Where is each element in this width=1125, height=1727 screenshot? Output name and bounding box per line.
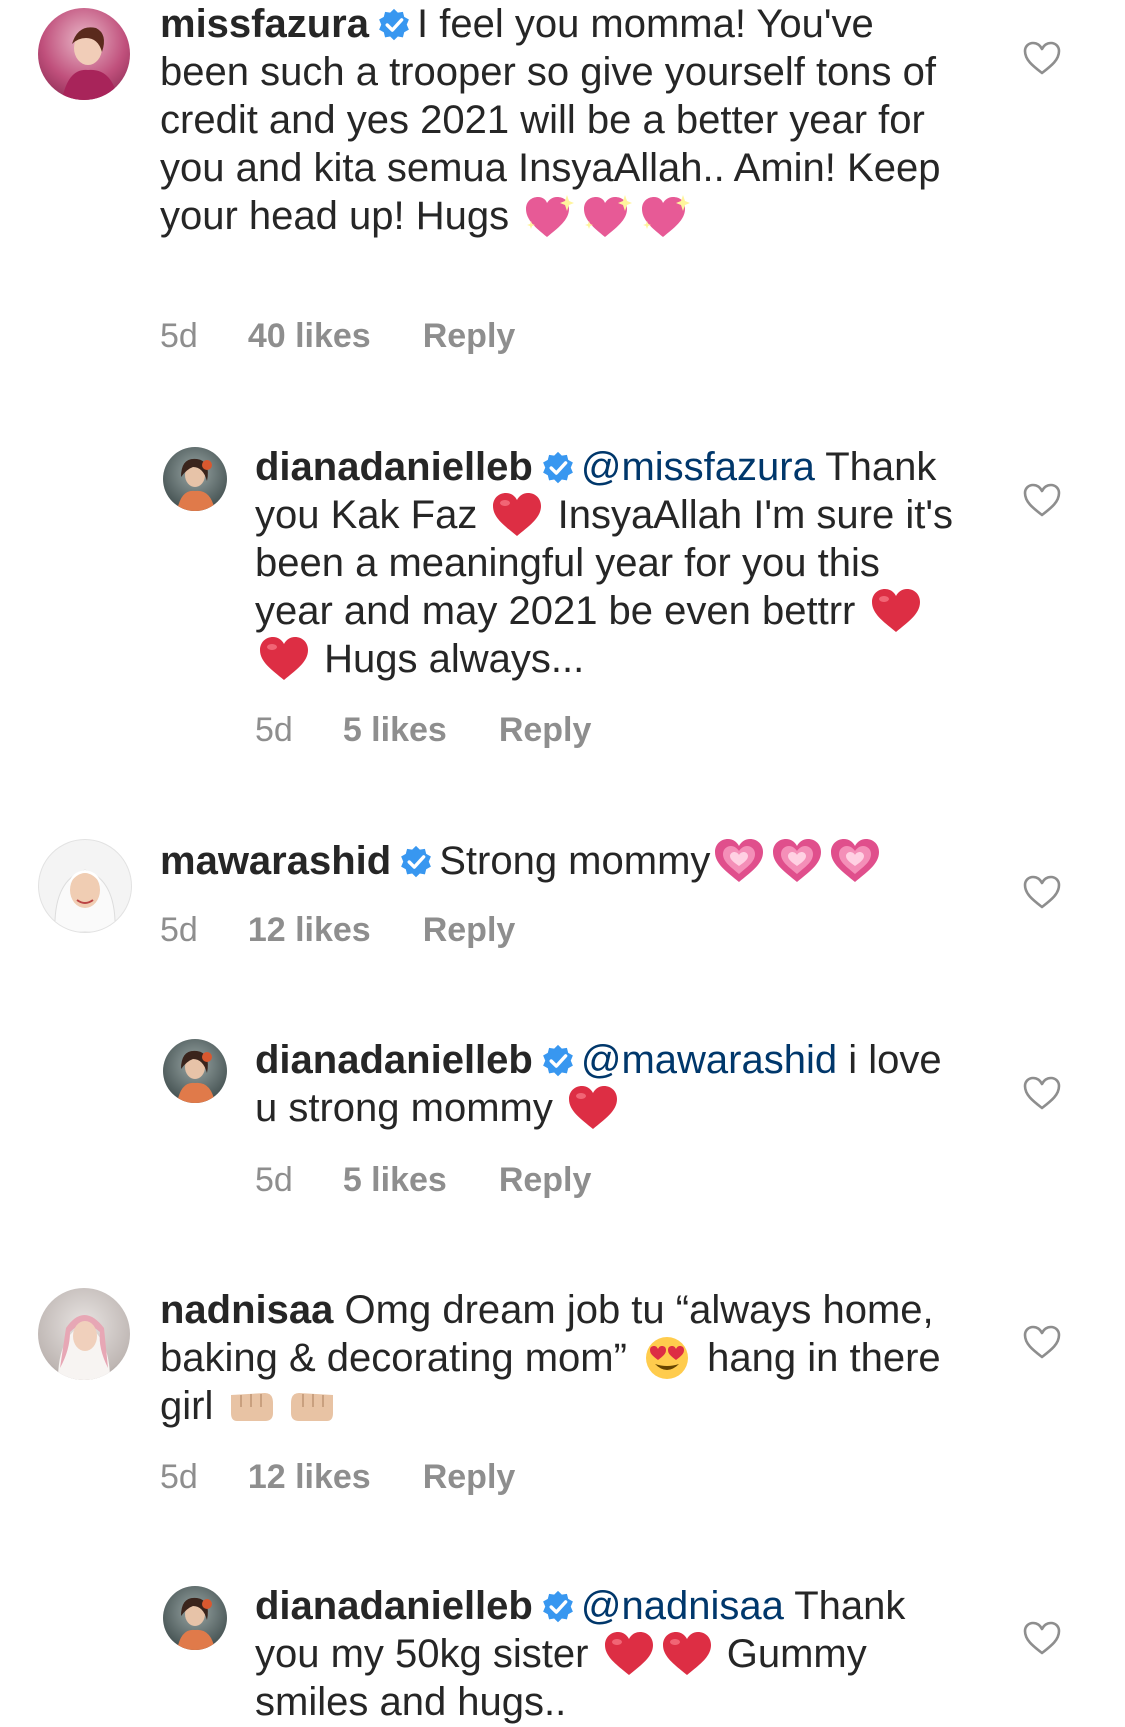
comment-meta: 5d 5 likes Reply <box>255 710 591 750</box>
comment-meta: 5d 12 likes Reply <box>160 910 515 950</box>
right-facing-fist-emoji <box>285 1383 337 1429</box>
sparkling-heart-emoji <box>639 193 691 239</box>
reply-button[interactable]: Reply <box>499 710 592 750</box>
verified-badge-icon <box>541 451 575 485</box>
reply-button[interactable]: Reply <box>423 1457 516 1497</box>
like-heart-icon[interactable] <box>1022 482 1062 518</box>
like-heart-icon[interactable] <box>1022 1620 1062 1656</box>
verified-badge-icon <box>377 8 411 42</box>
username[interactable]: dianadanielleb <box>255 445 533 489</box>
comment-meta: 5d 5 likes Reply <box>255 1160 591 1200</box>
like-heart-icon[interactable] <box>1022 1075 1062 1111</box>
growing-heart-emoji <box>713 838 765 884</box>
comment-text: nadnisaa Omg dream job tu “always home, … <box>160 1286 950 1430</box>
comment-meta: 5d 12 likes Reply <box>160 1457 515 1497</box>
avatar[interactable] <box>38 839 132 933</box>
avatar[interactable] <box>163 1586 227 1650</box>
like-heart-icon[interactable] <box>1022 1324 1062 1360</box>
verified-badge-icon <box>541 1044 575 1078</box>
mention-link[interactable]: @nadnisaa <box>581 1584 784 1628</box>
comment-body: Strong mommy <box>439 839 711 883</box>
username[interactable]: dianadanielleb <box>255 1584 533 1628</box>
reply-button[interactable]: Reply <box>423 316 516 356</box>
comment-time: 5d <box>160 1458 198 1496</box>
comment-item: missfazura I feel you momma! You've been … <box>0 0 1125 380</box>
comment-text: mawarashid Strong mommy <box>160 837 950 885</box>
likes-count[interactable]: 5 likes <box>343 710 447 750</box>
avatar[interactable] <box>38 8 130 100</box>
comment-text: missfazura I feel you momma! You've been … <box>160 0 950 240</box>
verified-badge-icon <box>399 845 433 879</box>
comment-text: dianadanielleb @missfazura Thank you Kak … <box>255 443 955 683</box>
comment-time: 5d <box>160 317 198 355</box>
red-heart-emoji <box>258 636 310 682</box>
sparkling-heart-emoji <box>523 193 575 239</box>
red-heart-emoji <box>661 1631 713 1677</box>
comment-text: dianadanielleb @mawarashid i love u stron… <box>255 1036 955 1132</box>
comment-meta: 5d 40 likes Reply <box>160 316 515 356</box>
username[interactable]: mawarashid <box>160 839 391 883</box>
likes-count[interactable]: 12 likes <box>248 910 371 950</box>
red-heart-emoji <box>491 492 543 538</box>
red-heart-emoji <box>870 588 922 634</box>
sparkling-heart-emoji <box>581 193 633 239</box>
comment-body: Hugs always... <box>324 637 585 681</box>
mention-link[interactable]: @missfazura <box>581 445 815 489</box>
mention-link[interactable]: @mawarashid <box>581 1038 837 1082</box>
verified-badge-icon <box>541 1590 575 1624</box>
left-facing-fist-emoji <box>227 1383 279 1429</box>
red-heart-emoji <box>567 1085 619 1131</box>
likes-count[interactable]: 5 likes <box>343 1160 447 1200</box>
avatar[interactable] <box>38 1288 130 1380</box>
reply-button[interactable]: Reply <box>499 1160 592 1200</box>
comment-time: 5d <box>255 711 293 749</box>
avatar[interactable] <box>163 1039 227 1103</box>
username[interactable]: dianadanielleb <box>255 1038 533 1082</box>
username[interactable]: nadnisaa <box>160 1288 333 1332</box>
like-heart-icon[interactable] <box>1022 40 1062 76</box>
username[interactable]: missfazura <box>160 2 369 46</box>
red-heart-emoji <box>603 1631 655 1677</box>
comment-time: 5d <box>160 911 198 949</box>
comment-time: 5d <box>255 1161 293 1199</box>
likes-count[interactable]: 12 likes <box>248 1457 371 1497</box>
growing-heart-emoji <box>771 838 823 884</box>
avatar[interactable] <box>163 447 227 511</box>
reply-button[interactable]: Reply <box>423 910 516 950</box>
likes-count[interactable]: 40 likes <box>248 316 371 356</box>
comment-text: dianadanielleb @nadnisaa Thank you my 50k… <box>255 1582 955 1726</box>
heart-eyes-emoji <box>641 1335 693 1381</box>
like-heart-icon[interactable] <box>1022 874 1062 910</box>
growing-heart-emoji <box>829 838 881 884</box>
